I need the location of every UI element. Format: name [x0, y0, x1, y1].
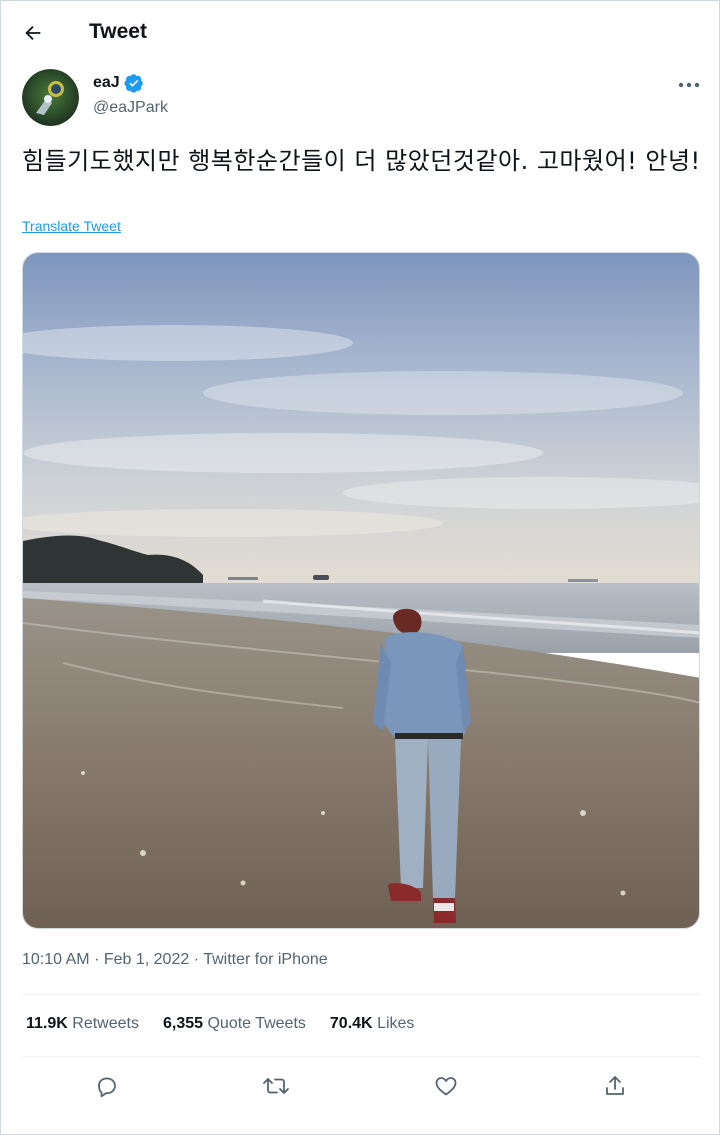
heart-icon	[435, 1077, 457, 1096]
page-title: Tweet	[89, 20, 147, 43]
retweet-icon	[263, 1078, 289, 1094]
like-button[interactable]	[427, 1067, 465, 1105]
retweets-label: Retweets	[72, 1015, 139, 1032]
likes-count: 70.4K	[329, 1015, 373, 1032]
quote-tweets-count: 6,355	[162, 1015, 204, 1032]
tweet-photo[interactable]	[22, 252, 700, 929]
retweets-stat[interactable]: 11.9K Retweets	[26, 1015, 139, 1033]
quote-tweets-stat[interactable]: 6,355 Quote Tweets	[163, 1015, 306, 1033]
arrow-left-icon	[25, 25, 41, 41]
avatar[interactable]	[22, 69, 79, 126]
tweet-actions	[1, 1061, 719, 1111]
retweets-count: 11.9K	[26, 1015, 68, 1032]
tweet-meta: 10:10 AM · Feb 1, 2022 · Twitter for iPh…	[22, 951, 328, 969]
meta-separator: ·	[94, 951, 100, 968]
author-name-row: eaJ	[93, 73, 144, 93]
tweet-date[interactable]: Feb 1, 2022	[104, 951, 189, 968]
meta-separator: ·	[193, 951, 200, 968]
likes-label: Likes	[377, 1015, 415, 1032]
reply-button[interactable]	[88, 1067, 126, 1105]
more-options-button[interactable]	[671, 71, 707, 99]
author-name[interactable]: eaJ	[93, 74, 120, 92]
tweet-text: 힘들기도했지만 행복한순간들이 더 많았던것같아. 고마웠어! 안녕!	[22, 147, 701, 175]
reply-icon	[98, 1077, 116, 1098]
verified-badge-icon	[124, 73, 144, 93]
divider	[22, 1056, 700, 1057]
tweet-time[interactable]: 10:10 AM	[22, 951, 90, 968]
tweet-page: Tweet eaJ @eaJPark 힘들기도했지만 행복한순간들이 더 많았던…	[0, 0, 720, 1135]
beach-photo	[23, 253, 699, 928]
author-handle[interactable]: @eaJPark	[93, 99, 168, 117]
divider	[22, 994, 700, 995]
more-horizontal-icon	[678, 82, 700, 88]
tweet-source[interactable]: Twitter for iPhone	[203, 951, 328, 968]
page-header: Tweet	[1, 1, 719, 63]
share-button[interactable]	[596, 1067, 634, 1105]
translate-tweet-link[interactable]: Translate Tweet	[22, 218, 121, 234]
retweet-button[interactable]	[257, 1067, 295, 1105]
quote-tweets-label: Quote Tweets	[207, 1015, 306, 1032]
back-button[interactable]	[15, 15, 51, 51]
likes-stat[interactable]: 70.4K Likes	[330, 1015, 415, 1033]
tweet-stats: 11.9K Retweets 6,355 Quote Tweets 70.4K …	[26, 1015, 414, 1033]
share-icon	[606, 1076, 624, 1095]
